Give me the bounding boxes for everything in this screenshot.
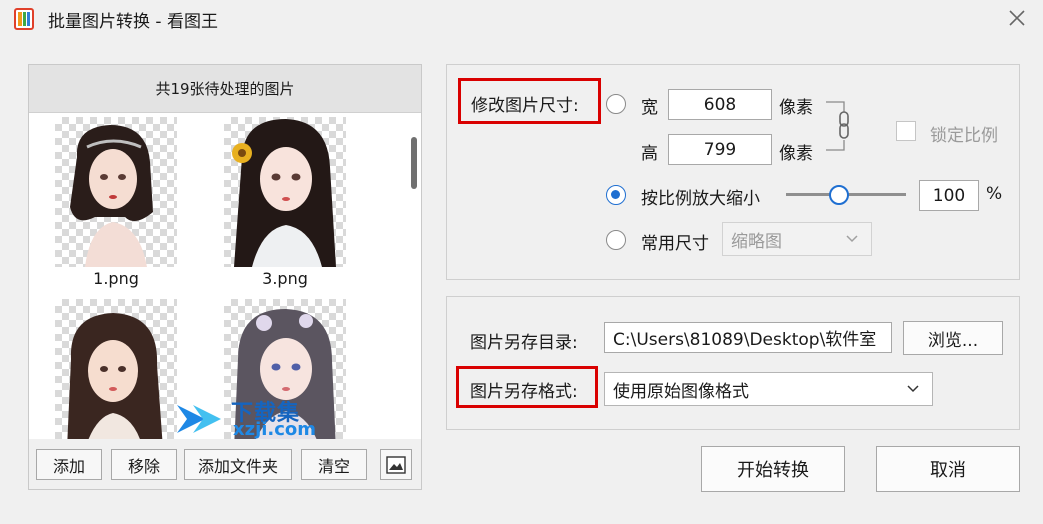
custom-size-radio[interactable] xyxy=(606,94,626,114)
save-dir-input[interactable]: C:\Users\81089\Desktop\软件室 xyxy=(604,322,892,353)
scale-label: 按比例放大缩小 xyxy=(641,189,760,209)
save-format-label: 图片另存格式: xyxy=(470,382,578,402)
width-label: 宽 xyxy=(641,98,658,118)
height-input[interactable]: 799 xyxy=(668,134,772,165)
common-size-select[interactable]: 缩略图 xyxy=(722,222,872,256)
width-input[interactable]: 608 xyxy=(668,89,772,120)
width-unit-label: 像素 xyxy=(779,98,813,118)
thumbnail-scrollbar[interactable] xyxy=(411,137,417,189)
height-unit-label: 像素 xyxy=(779,144,813,164)
thumbnail-item[interactable]: 3.png xyxy=(224,117,346,288)
close-button[interactable] xyxy=(1003,4,1031,32)
app-logo-icon xyxy=(14,8,34,30)
start-convert-button[interactable]: 开始转换 xyxy=(701,446,845,492)
lock-ratio-checkbox[interactable] xyxy=(896,121,916,141)
clear-button[interactable]: 清空 xyxy=(301,449,367,480)
thumbnail-item[interactable] xyxy=(55,299,177,439)
image-list-panel: 共19张待处理的图片 1.png 3.png 下载集 xzji.com 添加 移… xyxy=(28,64,422,490)
thumbnail-image xyxy=(55,299,177,439)
thumbnail-filename: 3.png xyxy=(262,269,308,288)
remove-button[interactable]: 移除 xyxy=(111,449,177,480)
watermark-url: xzji.com xyxy=(233,419,317,440)
close-icon xyxy=(1009,10,1025,26)
thumbnail-image xyxy=(55,117,177,267)
common-size-radio[interactable] xyxy=(606,230,626,250)
resize-label: 修改图片尺寸: xyxy=(471,96,579,116)
save-format-select[interactable]: 使用原始图像格式 xyxy=(604,372,933,406)
watermark-logo-icon xyxy=(177,405,221,433)
common-size-value: 缩略图 xyxy=(731,231,782,252)
scale-unit-label: % xyxy=(986,184,1003,204)
scale-radio[interactable] xyxy=(606,185,626,205)
add-button[interactable]: 添加 xyxy=(36,449,102,480)
chain-link-icon[interactable] xyxy=(822,98,850,154)
height-label: 高 xyxy=(641,144,658,164)
cancel-button[interactable]: 取消 xyxy=(876,446,1020,492)
image-count-header: 共19张待处理的图片 xyxy=(29,65,421,113)
preview-image-button[interactable] xyxy=(380,449,412,480)
save-format-value: 使用原始图像格式 xyxy=(613,381,749,402)
title-bar: 批量图片转换 - 看图王 xyxy=(0,0,1043,40)
thumbnail-item[interactable]: 1.png xyxy=(55,117,177,288)
site-watermark: 下载集 xzji.com xyxy=(175,395,317,445)
scale-input[interactable]: 100 xyxy=(919,180,979,211)
image-icon xyxy=(386,455,406,474)
window-title: 批量图片转换 - 看图王 xyxy=(48,12,218,32)
add-folder-button[interactable]: 添加文件夹 xyxy=(184,449,292,480)
thumbnail-list[interactable]: 1.png 3.png xyxy=(29,113,421,439)
chevron-down-icon xyxy=(907,385,919,393)
thumbnail-image xyxy=(224,117,346,267)
output-settings-group xyxy=(446,296,1020,430)
thumbnail-filename: 1.png xyxy=(93,269,139,288)
scale-slider-handle[interactable] xyxy=(829,185,849,205)
common-size-label: 常用尺寸 xyxy=(641,234,709,254)
browse-button[interactable]: 浏览... xyxy=(903,321,1003,355)
save-dir-label: 图片另存目录: xyxy=(470,333,578,353)
lock-ratio-label: 锁定比例 xyxy=(930,126,998,146)
chevron-down-icon xyxy=(846,235,858,243)
